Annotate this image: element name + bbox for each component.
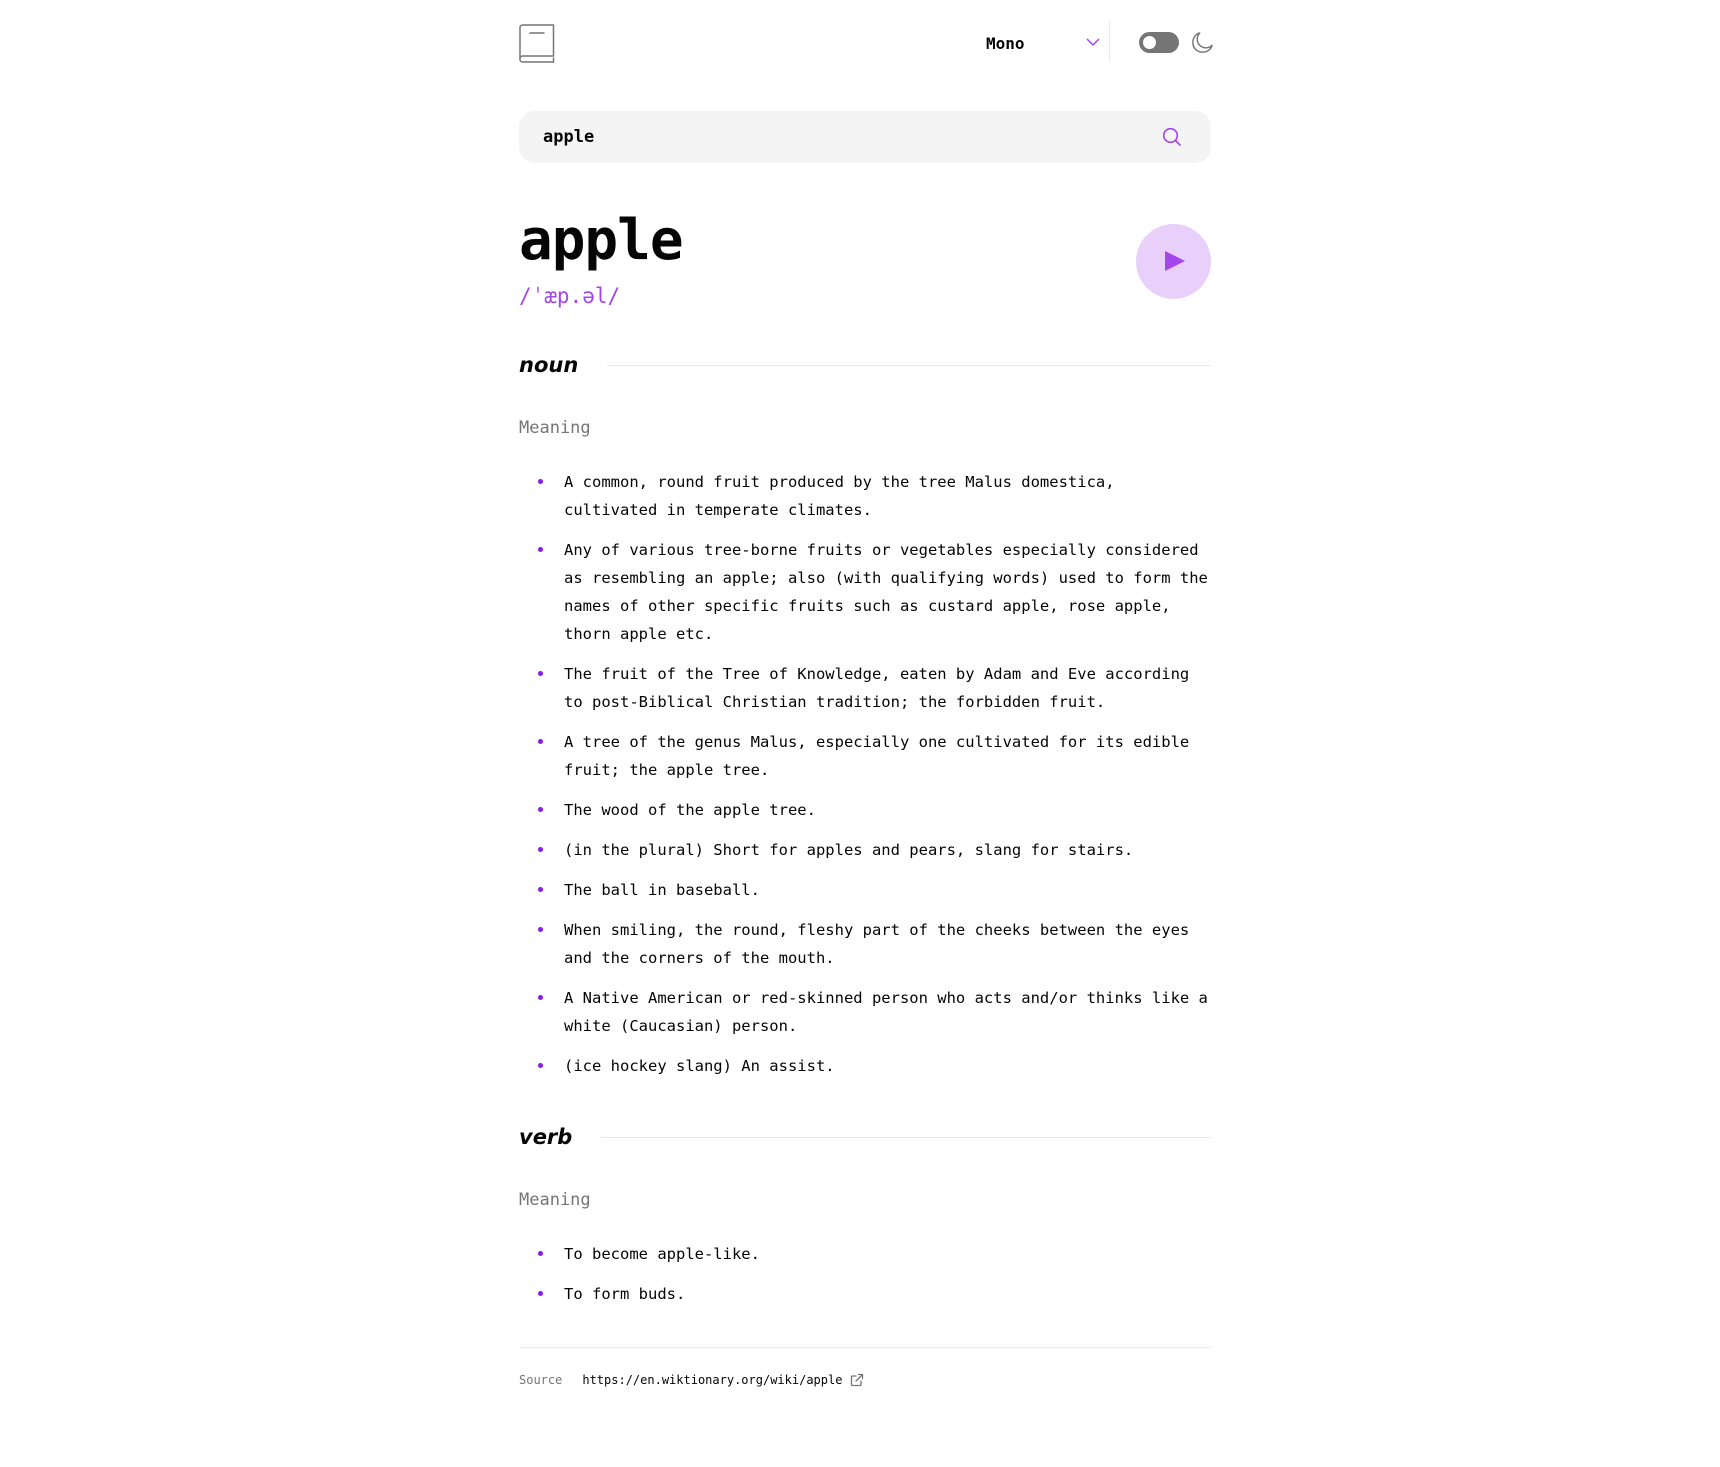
content-wrapper: Mono apple /ˈæp.əl/ bbox=[519, 0, 1213, 1387]
bullet bbox=[538, 927, 543, 932]
bullet bbox=[538, 739, 543, 744]
external-link-icon[interactable] bbox=[850, 1373, 864, 1387]
list-item: A Native American or red-skinned person … bbox=[519, 984, 1211, 1040]
bullet bbox=[538, 847, 543, 852]
list-item: (in the plural) Short for apples and pea… bbox=[519, 836, 1211, 864]
word-title: apple bbox=[519, 208, 684, 273]
list-item: The fruit of the Tree of Knowledge, eate… bbox=[519, 660, 1211, 716]
list-item: The wood of the apple tree. bbox=[519, 796, 1211, 824]
definition-list-verb: To become apple-like. To form buds. bbox=[519, 1240, 1211, 1320]
list-item: When smiling, the round, fleshy part of … bbox=[519, 916, 1211, 972]
definition-text: To become apple-like. bbox=[564, 1245, 760, 1263]
definition-text: The fruit of the Tree of Knowledge, eate… bbox=[564, 665, 1190, 711]
source-divider bbox=[519, 1347, 1211, 1348]
definition-text: When smiling, the round, fleshy part of … bbox=[564, 921, 1190, 967]
list-item: To form buds. bbox=[519, 1280, 1211, 1308]
definition-text: (in the plural) Short for apples and pea… bbox=[564, 841, 1134, 859]
bullet bbox=[538, 1291, 543, 1296]
book-icon[interactable] bbox=[519, 24, 555, 64]
source-row: Source https://en.wiktionary.org/wiki/ap… bbox=[519, 1373, 864, 1387]
list-item: A tree of the genus Malus, especially on… bbox=[519, 728, 1211, 784]
font-select[interactable]: Mono bbox=[986, 27, 1100, 59]
bullet bbox=[538, 995, 543, 1000]
definition-text: Any of various tree-borne fruits or vege… bbox=[564, 541, 1208, 643]
definition-text: A common, round fruit produced by the tr… bbox=[564, 473, 1115, 519]
definition-list-noun: A common, round fruit produced by the tr… bbox=[519, 468, 1211, 1092]
bullet bbox=[538, 479, 543, 484]
source-label: Source bbox=[519, 1373, 563, 1387]
bullet bbox=[538, 807, 543, 812]
list-item: To become apple-like. bbox=[519, 1240, 1211, 1268]
header: Mono bbox=[519, 0, 1213, 90]
play-icon bbox=[1165, 251, 1185, 271]
search-icon[interactable] bbox=[1162, 127, 1182, 147]
bullet bbox=[538, 887, 543, 892]
header-divider bbox=[1109, 22, 1110, 62]
toggle-knob bbox=[1143, 36, 1156, 49]
dictionary-page: Mono apple /ˈæp.əl/ bbox=[0, 0, 1720, 1467]
definition-text: The wood of the apple tree. bbox=[564, 801, 816, 819]
play-button[interactable] bbox=[1136, 224, 1211, 299]
search-input[interactable] bbox=[543, 111, 1143, 163]
bullet bbox=[538, 1063, 543, 1068]
font-select-value: Mono bbox=[986, 33, 1025, 53]
part-of-speech: noun bbox=[519, 353, 579, 377]
part-of-speech: verb bbox=[519, 1125, 573, 1149]
search-bar bbox=[519, 111, 1211, 163]
pos-heading-noun: noun bbox=[519, 350, 1211, 380]
moon-icon bbox=[1192, 32, 1213, 53]
list-item: (ice hockey slang) An assist. bbox=[519, 1052, 1211, 1080]
definition-text: (ice hockey slang) An assist. bbox=[564, 1057, 835, 1075]
list-item: The ball in baseball. bbox=[519, 876, 1211, 904]
bullet bbox=[538, 671, 543, 676]
definition-text: A tree of the genus Malus, especially on… bbox=[564, 733, 1190, 779]
pos-heading-verb: verb bbox=[519, 1122, 1211, 1152]
definition-text: The ball in baseball. bbox=[564, 881, 760, 899]
phonetic: /ˈæp.əl/ bbox=[519, 284, 621, 308]
list-item: Any of various tree-borne fruits or vege… bbox=[519, 536, 1211, 648]
meaning-label: Meaning bbox=[519, 418, 591, 438]
source-link[interactable]: https://en.wiktionary.org/wiki/apple bbox=[582, 1373, 842, 1387]
theme-toggle[interactable] bbox=[1139, 32, 1179, 53]
meaning-label: Meaning bbox=[519, 1190, 591, 1210]
list-item: A common, round fruit produced by the tr… bbox=[519, 468, 1211, 524]
bullet bbox=[538, 547, 543, 552]
definition-text: To form buds. bbox=[564, 1285, 686, 1303]
pos-divider bbox=[601, 1136, 1211, 1138]
bullet bbox=[538, 1251, 543, 1256]
definition-text: A Native American or red-skinned person … bbox=[564, 989, 1208, 1035]
chevron-down-icon bbox=[1086, 38, 1100, 47]
pos-divider bbox=[607, 364, 1211, 366]
